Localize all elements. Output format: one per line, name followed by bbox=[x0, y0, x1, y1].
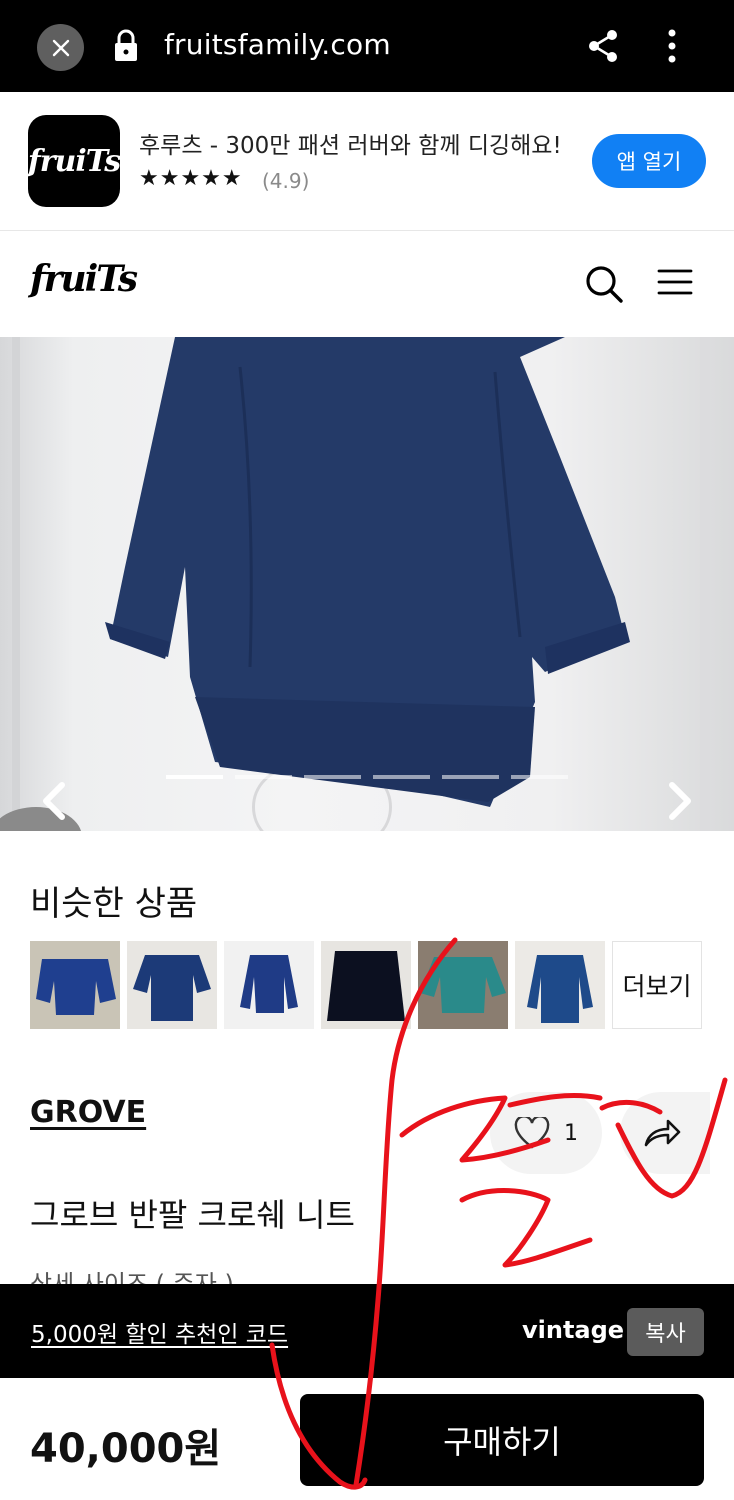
menu-icon[interactable] bbox=[657, 268, 693, 300]
lock-icon bbox=[112, 28, 140, 68]
app-install-banner: fruiTs 후루츠 - 300만 패션 러버와 함께 디깅해요! ★★★★★ … bbox=[0, 92, 734, 231]
similar-products-title: 비슷한 상품 bbox=[30, 884, 198, 924]
copy-code-button[interactable]: 복사 bbox=[627, 1308, 704, 1356]
product-title: 그로브 반팔 크로쉐 니트 bbox=[30, 1196, 355, 1234]
product-image-carousel[interactable] bbox=[0, 337, 734, 831]
similar-product-thumb[interactable] bbox=[515, 941, 605, 1029]
close-tab-button[interactable] bbox=[37, 24, 84, 71]
browser-toolbar: fruitsfamily.com bbox=[0, 0, 734, 92]
referral-code: vintage bbox=[522, 1316, 625, 1344]
similar-product-thumb[interactable] bbox=[418, 941, 508, 1029]
carousel-dot[interactable] bbox=[511, 775, 568, 779]
like-button[interactable]: 1 bbox=[490, 1092, 602, 1174]
similar-more-button[interactable]: 더보기 bbox=[612, 941, 702, 1029]
close-icon bbox=[52, 39, 69, 56]
product-price: 40,000원 bbox=[30, 1426, 222, 1472]
carousel-dot[interactable] bbox=[442, 775, 499, 779]
purchase-bar: 40,000원 구매하기 bbox=[0, 1378, 734, 1500]
heart-icon bbox=[514, 1117, 550, 1149]
carousel-dot[interactable] bbox=[166, 775, 223, 779]
referral-bar: 5,000원 할인 추천인 코드 vintage 복사 bbox=[0, 1284, 734, 1378]
similar-product-thumb[interactable] bbox=[127, 941, 217, 1029]
open-app-button[interactable]: 앱 열기 bbox=[592, 134, 706, 188]
similar-product-thumb[interactable] bbox=[30, 941, 120, 1029]
more-options-icon[interactable] bbox=[662, 26, 682, 70]
buy-button[interactable]: 구매하기 bbox=[300, 1394, 704, 1486]
carousel-dot[interactable] bbox=[304, 775, 361, 779]
carousel-prev-button[interactable] bbox=[36, 779, 72, 827]
similar-product-thumb[interactable] bbox=[321, 941, 411, 1029]
rating-stars: ★★★★★ bbox=[139, 166, 243, 191]
site-logo[interactable]: fruiTs bbox=[30, 258, 138, 300]
address-bar-url[interactable]: fruitsfamily.com bbox=[164, 28, 391, 61]
share-product-button[interactable] bbox=[620, 1092, 710, 1174]
carousel-indicators bbox=[166, 775, 568, 779]
like-count: 1 bbox=[564, 1120, 578, 1146]
site-header: fruiTs bbox=[0, 232, 734, 336]
carousel-dot[interactable] bbox=[235, 775, 292, 779]
similar-products-list: 더보기 bbox=[30, 941, 702, 1029]
search-icon[interactable] bbox=[584, 264, 624, 308]
share-icon[interactable] bbox=[586, 28, 620, 68]
app-logo-text: fruiTs bbox=[27, 143, 121, 179]
rating-value: (4.9) bbox=[262, 169, 310, 193]
similar-product-thumb[interactable] bbox=[224, 941, 314, 1029]
referral-code-link[interactable]: 5,000원 할인 추천인 코드 bbox=[31, 1315, 288, 1349]
carousel-next-button[interactable] bbox=[662, 779, 698, 827]
share-arrow-icon bbox=[644, 1119, 681, 1147]
product-sweater-image bbox=[105, 337, 630, 807]
app-logo: fruiTs bbox=[27, 115, 121, 207]
brand-link[interactable]: GROVE bbox=[30, 1095, 146, 1130]
carousel-dot[interactable] bbox=[373, 775, 430, 779]
app-banner-title: 후루츠 - 300만 패션 러버와 함께 디깅해요! bbox=[139, 133, 562, 159]
